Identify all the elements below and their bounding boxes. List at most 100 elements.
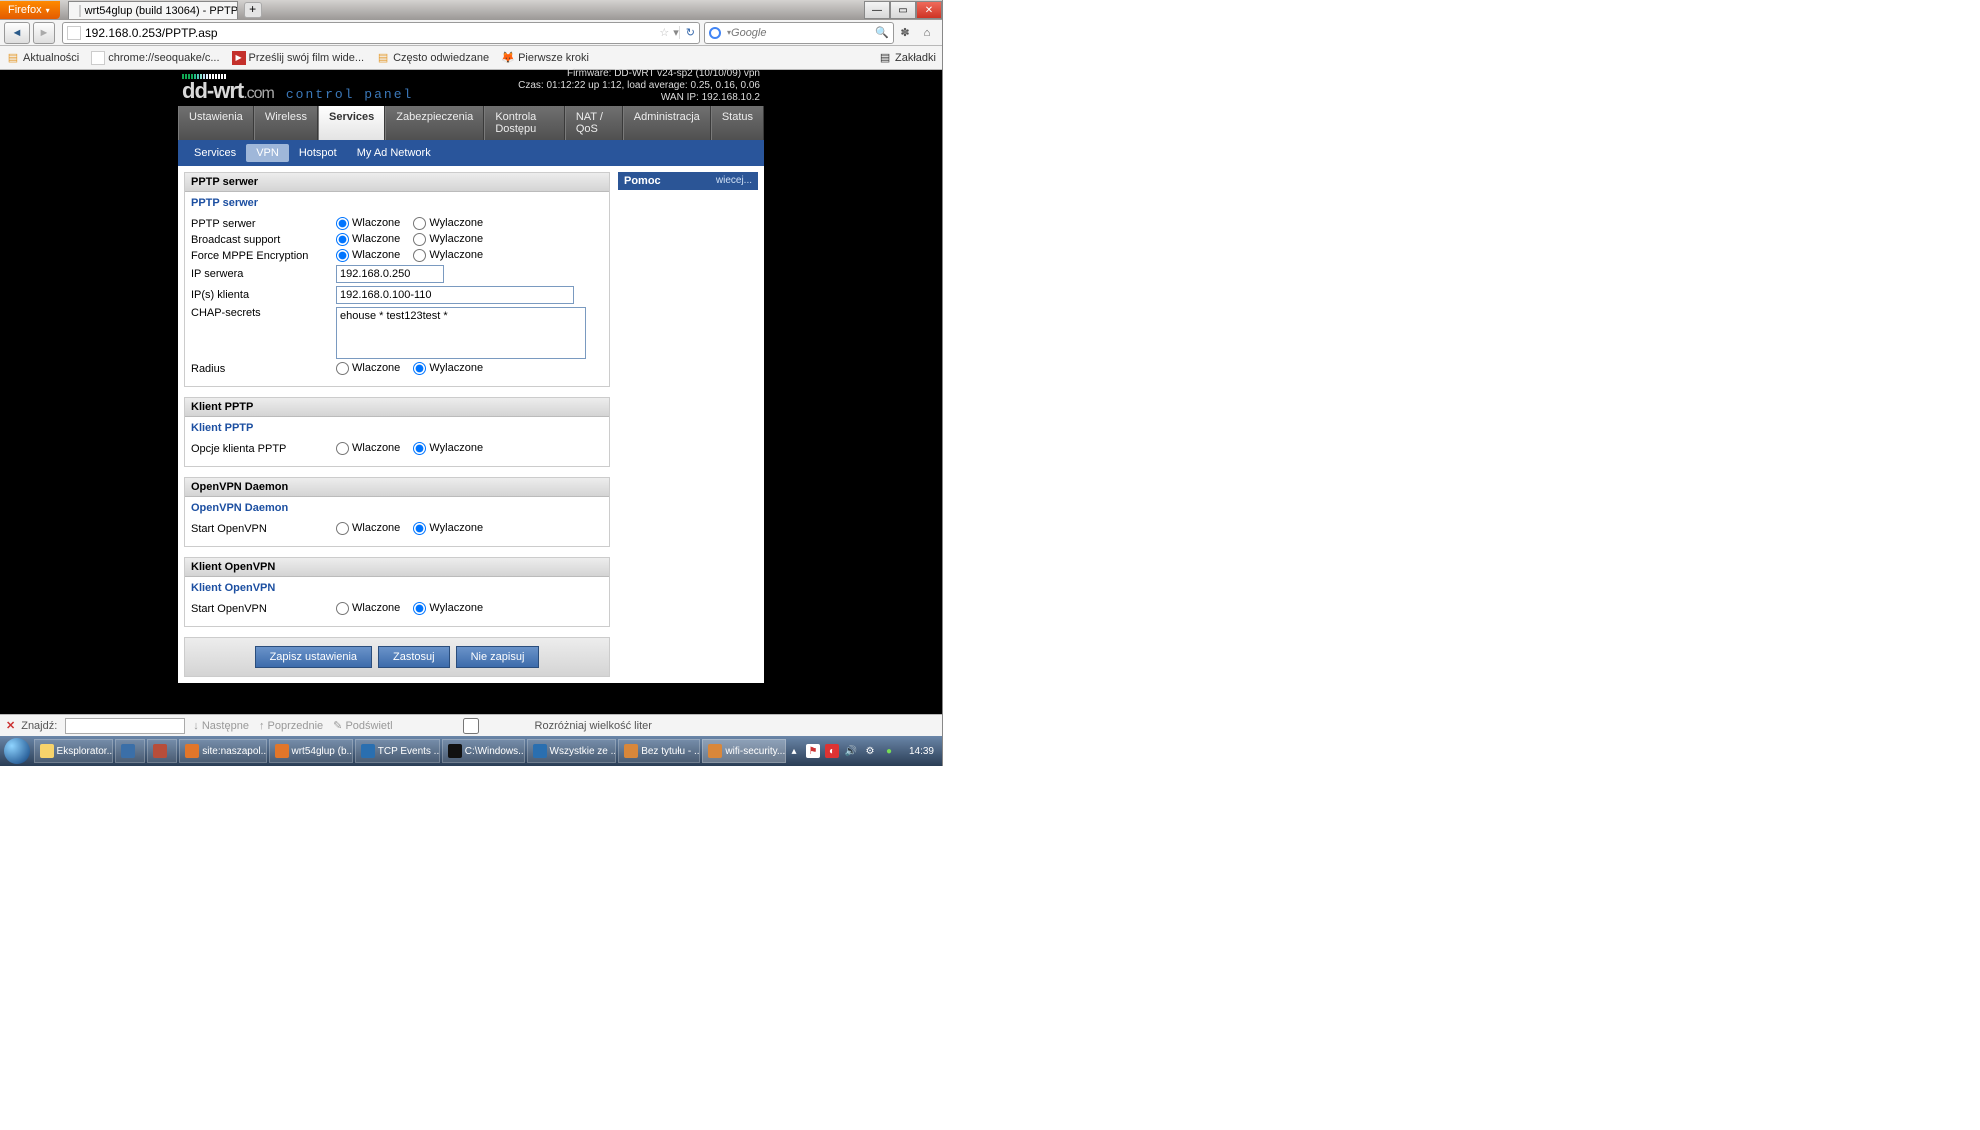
tab-services[interactable]: Services xyxy=(318,106,385,140)
radius-off[interactable] xyxy=(413,362,426,375)
browser-tab-active[interactable]: wrt54glup (build 13064) - PPTP xyxy=(68,1,238,19)
search-box[interactable]: ▾ 🔍 xyxy=(704,22,894,44)
page-favicon xyxy=(79,5,81,17)
windows-taskbar: Eksplorator... site:naszapol... wrt54glu… xyxy=(0,736,942,766)
section-subtitle: PPTP serwer xyxy=(185,192,609,212)
tray-flag-icon[interactable]: ⚑ xyxy=(806,744,820,758)
tray-clock[interactable]: 14:39 xyxy=(909,746,934,757)
header-status: Firmware: DD-WRT v24-sp2 (10/10/09) vpn … xyxy=(518,68,760,104)
find-highlight-button[interactable]: ✎ Podświetl xyxy=(333,719,392,732)
help-more-link[interactable]: wiecej... xyxy=(716,175,752,187)
tab-kontrola[interactable]: Kontrola Dostępu xyxy=(484,106,565,140)
mppe-on[interactable] xyxy=(336,249,349,262)
save-button[interactable]: Zapisz ustawienia xyxy=(255,646,372,668)
chap-secrets-input[interactable] xyxy=(336,307,586,359)
apply-button[interactable]: Zastosuj xyxy=(378,646,450,668)
client-ips-label: IP(s) klienta xyxy=(191,289,336,301)
radius-on[interactable] xyxy=(336,362,349,375)
broadcast-off[interactable] xyxy=(413,233,426,246)
tab-title: wrt54glup (build 13064) - PPTP xyxy=(85,5,238,17)
openvpn-client-on[interactable] xyxy=(336,602,349,615)
firefox-menu-button[interactable]: Firefox▾ xyxy=(0,1,60,19)
tray-antivirus-icon[interactable]: ◐ xyxy=(825,744,839,758)
tray-expand-icon[interactable]: ▴ xyxy=(787,744,801,758)
subtab-services[interactable]: Services xyxy=(184,144,246,162)
bookmarks-menu-button[interactable]: ▤Zakładki xyxy=(878,51,936,65)
pptp-server-section: PPTP serwer PPTP serwer PPTP serwer Wlac… xyxy=(184,172,610,387)
taskbar-item-active[interactable]: wifi-security.... xyxy=(702,739,786,763)
taskbar-item[interactable]: Eksplorator... xyxy=(34,739,114,763)
section-title: OpenVPN Daemon xyxy=(185,478,609,497)
system-tray: ▴ ⚑ ◐ 🔊 ⚙ ● 14:39 xyxy=(787,744,940,758)
broadcast-on[interactable] xyxy=(336,233,349,246)
downloads-icon[interactable]: ✽ xyxy=(894,22,916,44)
taskbar-item[interactable]: wrt54glup (b... xyxy=(269,739,353,763)
tray-volume-icon[interactable]: 🔊 xyxy=(844,744,858,758)
server-ip-input[interactable] xyxy=(336,265,444,283)
taskbar-item[interactable]: site:naszapol... xyxy=(179,739,266,763)
subtab-vpn[interactable]: VPN xyxy=(246,144,289,162)
subtab-myadnetwork[interactable]: My Ad Network xyxy=(347,144,441,162)
help-box: Pomoc wiecej... xyxy=(618,172,758,190)
site-identity-icon xyxy=(67,26,81,40)
pptp-client-on[interactable] xyxy=(336,442,349,455)
findbar-close-icon[interactable]: ✕ xyxy=(6,719,15,732)
close-button[interactable]: ✕ xyxy=(916,1,942,19)
taskbar-item[interactable] xyxy=(115,739,145,763)
page-viewport: dd-wrt.com control panel Firmware: DD-WR… xyxy=(0,70,942,714)
url-bar[interactable]: ☆ ▾ ↻ xyxy=(62,22,700,44)
tab-status[interactable]: Status xyxy=(711,106,764,140)
bookmark-item[interactable]: ▤Aktualności xyxy=(6,51,79,65)
windows-logo-icon xyxy=(4,738,30,764)
find-case-checkbox[interactable] xyxy=(411,718,531,734)
search-input[interactable] xyxy=(731,27,875,39)
reload-button[interactable]: ↻ xyxy=(679,26,695,39)
find-next-button[interactable]: ↓ Następne xyxy=(193,720,249,732)
taskbar-item[interactable]: Bez tytułu - ... xyxy=(618,739,700,763)
radius-label: Radius xyxy=(191,363,336,375)
url-input[interactable] xyxy=(85,26,655,40)
titlebar: Firefox▾ wrt54glup (build 13064) - PPTP … xyxy=(0,0,942,20)
sub-tabs: Services VPN Hotspot My Ad Network xyxy=(178,140,764,166)
subtab-hotspot[interactable]: Hotspot xyxy=(289,144,347,162)
pptp-server-off[interactable] xyxy=(413,217,426,230)
client-ips-input[interactable] xyxy=(336,286,574,304)
mppe-off[interactable] xyxy=(413,249,426,262)
tab-administracja[interactable]: Administracja xyxy=(623,106,711,140)
openvpn-on[interactable] xyxy=(336,522,349,535)
find-prev-button[interactable]: ↑ Poprzednie xyxy=(259,720,323,732)
openvpn-client-off[interactable] xyxy=(413,602,426,615)
pptp-server-on[interactable] xyxy=(336,217,349,230)
find-input[interactable] xyxy=(65,718,185,734)
bookmark-item[interactable]: chrome://seoquake/c... xyxy=(91,51,219,65)
tab-wireless[interactable]: Wireless xyxy=(254,106,318,140)
maximize-button[interactable]: ▭ xyxy=(890,1,916,19)
new-tab-button[interactable]: + xyxy=(244,2,262,18)
tray-network-icon[interactable]: ⚙ xyxy=(863,744,877,758)
search-icon[interactable]: 🔍 xyxy=(875,26,889,39)
tab-zabezpieczenia[interactable]: Zabezpieczenia xyxy=(385,106,484,140)
tray-app-icon[interactable]: ● xyxy=(882,744,896,758)
forward-button[interactable]: ► xyxy=(33,22,55,44)
openvpn-client-section: Klient OpenVPN Klient OpenVPN Start Open… xyxy=(184,557,610,627)
bookmark-item[interactable]: ▤Często odwiedzane xyxy=(376,51,489,65)
taskbar-item[interactable]: TCP Events ... xyxy=(355,739,440,763)
cancel-button[interactable]: Nie zapisuj xyxy=(456,646,540,668)
taskbar-item[interactable]: Wszystkie ze ... xyxy=(527,739,617,763)
taskbar-item[interactable] xyxy=(147,739,177,763)
openvpn-off[interactable] xyxy=(413,522,426,535)
pptp-client-opt-label: Opcje klienta PPTP xyxy=(191,443,336,455)
tab-nat-qos[interactable]: NAT / QoS xyxy=(565,106,623,140)
tab-ustawienia[interactable]: Ustawienia xyxy=(178,106,254,140)
taskbar-item[interactable]: C:\Windows... xyxy=(442,739,525,763)
start-button[interactable] xyxy=(2,736,33,766)
pptp-client-off[interactable] xyxy=(413,442,426,455)
minimize-button[interactable]: — xyxy=(864,1,890,19)
bookmark-item[interactable]: ▶Prześlij swój film wide... xyxy=(232,51,365,65)
nav-toolbar: ◄ ► ☆ ▾ ↻ ▾ 🔍 ✽ ⌂ xyxy=(0,20,942,46)
back-button[interactable]: ◄ xyxy=(4,22,30,44)
bookmark-item[interactable]: 🦊Pierwsze kroki xyxy=(501,51,589,65)
bookmark-star-icon[interactable]: ☆ xyxy=(659,26,669,39)
home-button[interactable]: ⌂ xyxy=(916,22,938,44)
section-title: PPTP serwer xyxy=(185,173,609,192)
